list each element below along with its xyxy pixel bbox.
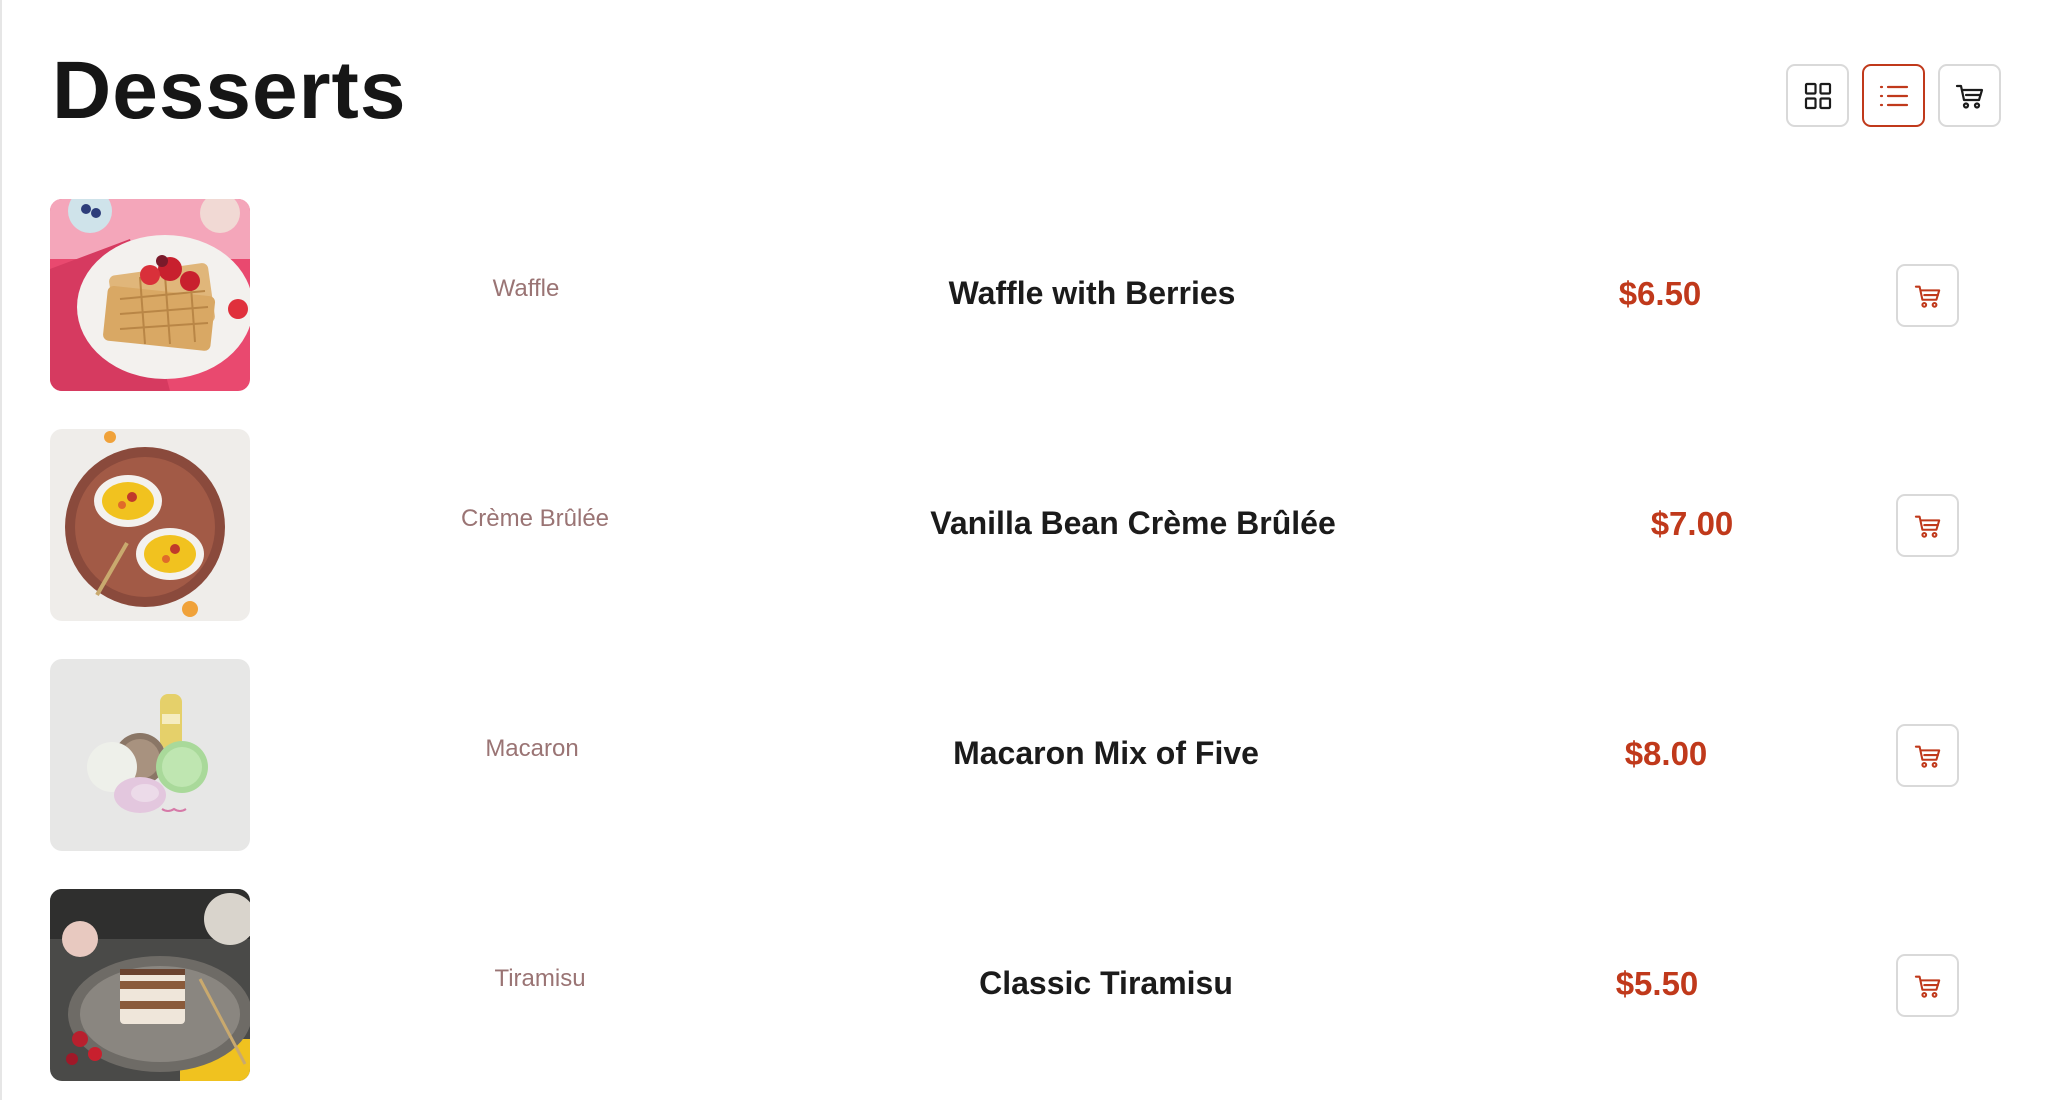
cart-icon	[1914, 515, 1940, 538]
add-to-cart-button[interactable]	[1896, 494, 1959, 557]
product-category: Crème Brûlée	[460, 505, 610, 532]
product-row: Crème Brûlée Vanilla Bean Crème Brûlée $…	[50, 429, 1990, 659]
cart-icon	[1914, 745, 1940, 768]
product-name: Classic Tiramisu	[979, 965, 1233, 1001]
product-row: Tiramisu Classic Tiramisu $5.50	[50, 889, 1990, 1100]
cart-icon	[1914, 975, 1940, 998]
cart-button[interactable]	[1938, 64, 2001, 127]
product-name: Macaron Mix of Five	[953, 735, 1259, 771]
tiramisu-photo[interactable]	[50, 889, 250, 1081]
view-toolbar	[1786, 64, 2001, 127]
product-price: $8.00	[1624, 735, 1708, 772]
product-category: Waffle	[492, 275, 560, 302]
list-icon	[1879, 85, 1908, 106]
add-to-cart-button[interactable]	[1896, 724, 1959, 787]
product-category: Macaron	[485, 735, 579, 762]
cart-icon	[1914, 285, 1940, 308]
grid-icon	[1804, 82, 1831, 109]
product-price: $6.50	[1618, 275, 1702, 312]
product-list: Waffle Waffle with Berries $6.50 Crème B…	[50, 199, 1990, 1100]
product-name: Vanilla Bean Crème Brûlée	[930, 505, 1336, 541]
product-row: Waffle Waffle with Berries $6.50	[50, 199, 1990, 429]
macaron-photo[interactable]	[50, 659, 250, 851]
waffle-photo[interactable]	[50, 199, 250, 391]
product-price: $7.00	[1650, 505, 1734, 542]
creme-brulee-photo[interactable]	[50, 429, 250, 621]
list-view-button[interactable]	[1862, 64, 1925, 127]
product-row: Macaron Macaron Mix of Five $8.00	[50, 659, 1990, 889]
add-to-cart-button[interactable]	[1896, 264, 1959, 327]
add-to-cart-button[interactable]	[1896, 954, 1959, 1017]
cart-icon	[1955, 84, 1983, 109]
page-title: Desserts	[52, 45, 407, 136]
dessert-list-page: Desserts Waffle Waffle with Berries $6.5…	[0, 0, 2046, 1100]
product-category: Tiramisu	[494, 965, 586, 992]
product-price: $5.50	[1615, 965, 1699, 1002]
product-name: Waffle with Berries	[948, 275, 1236, 311]
grid-view-button[interactable]	[1786, 64, 1849, 127]
